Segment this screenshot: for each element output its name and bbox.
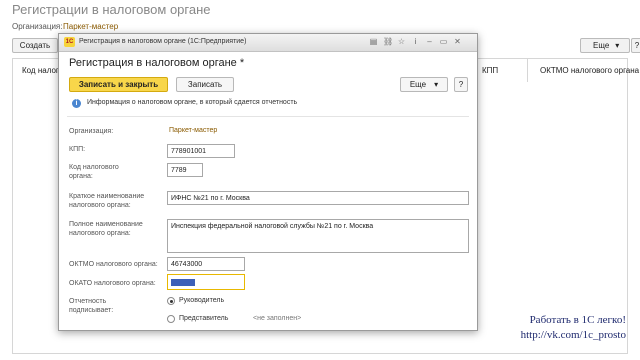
kpp-label: КПП:: [69, 146, 86, 153]
info-circle-icon: i: [72, 99, 81, 108]
watermark-line2: http://vk.com/1c_prosto: [520, 329, 626, 341]
short-name-label: Краткое наименование налогового органа:: [69, 193, 145, 209]
list-page-title: Регистрации в налоговом органе: [12, 2, 211, 17]
window-title: Регистрация в налоговом органе (1С:Предп…: [79, 38, 247, 45]
column-divider: [527, 58, 528, 82]
radio-representative[interactable]: [167, 315, 175, 323]
signer-label: Отчетность подписывает:: [69, 298, 114, 314]
watermark-line1: Работать в 1С легко!: [529, 314, 626, 326]
short-name-input[interactable]: ИФНС №21 по г. Москва: [167, 191, 469, 205]
chevron-down-icon: ▾: [434, 80, 439, 89]
link-icon[interactable]: ⛓: [383, 37, 393, 46]
tax-code-label: Код налогового органа:: [69, 164, 119, 180]
text-selection: [171, 279, 195, 286]
list-more-label: Еще: [593, 41, 610, 50]
1c-logo-icon: 1С: [64, 37, 75, 47]
restore-icon[interactable]: ▭: [439, 37, 448, 46]
list-more-button[interactable]: Еще ▾: [580, 38, 630, 53]
oktmo-input[interactable]: 46743000: [167, 257, 245, 271]
create-button[interactable]: Создать: [12, 38, 58, 53]
help-button[interactable]: ?: [454, 77, 468, 92]
close-icon[interactable]: ✕: [453, 37, 462, 46]
tax-code-input[interactable]: 7789: [167, 163, 203, 177]
more-button[interactable]: Еще ▾: [400, 77, 448, 92]
window-titlebar[interactable]: 1С Регистрация в налоговом органе (1С:Пр…: [59, 34, 477, 52]
radio-director-label[interactable]: Руководитель: [179, 297, 224, 304]
column-header-kpp[interactable]: КПП: [482, 66, 498, 75]
form-title: Регистрация в налоговом органе *: [69, 57, 245, 69]
chevron-down-icon: ▾: [615, 41, 620, 50]
minimize-icon[interactable]: –: [425, 37, 434, 46]
full-name-textarea[interactable]: Инспекция федеральной налоговой службы №…: [167, 219, 469, 253]
radio-director[interactable]: [167, 297, 175, 305]
divider: [67, 116, 469, 117]
info-text: Информация о налоговом органе, в который…: [87, 99, 298, 106]
radio-representative-label[interactable]: Представитель: [179, 315, 228, 322]
doc-icon[interactable]: ▤: [369, 37, 378, 46]
registration-window: 1С Регистрация в налоговом органе (1С:Пр…: [58, 33, 478, 331]
full-name-label: Полное наименование налогового органа:: [69, 221, 143, 237]
info-icon[interactable]: i: [411, 37, 420, 46]
okato-label: ОКАТО налогового органа:: [69, 280, 156, 287]
list-help-button[interactable]: ?: [631, 38, 640, 53]
okato-input[interactable]: [167, 274, 245, 290]
org-label: Организация:: [69, 128, 114, 135]
bookmark-icon[interactable]: ☆: [397, 37, 406, 46]
list-org-label: Организация:: [12, 22, 63, 31]
more-label: Еще: [409, 80, 427, 89]
representative-hint[interactable]: <не заполнен>: [253, 315, 301, 322]
oktmo-label: ОКТМО налогового органа:: [69, 261, 158, 268]
org-value-link[interactable]: Паркет-мастер: [169, 127, 217, 134]
save-button[interactable]: Записать: [176, 77, 234, 92]
radio-selected-dot: [169, 299, 173, 303]
kpp-input[interactable]: 778901001: [167, 144, 235, 158]
list-org-value[interactable]: Паркет-мастер: [63, 22, 118, 31]
column-header-oktmo[interactable]: ОКТМО налогового органа: [540, 66, 639, 75]
save-and-close-button[interactable]: Записать и закрыть: [69, 77, 168, 92]
